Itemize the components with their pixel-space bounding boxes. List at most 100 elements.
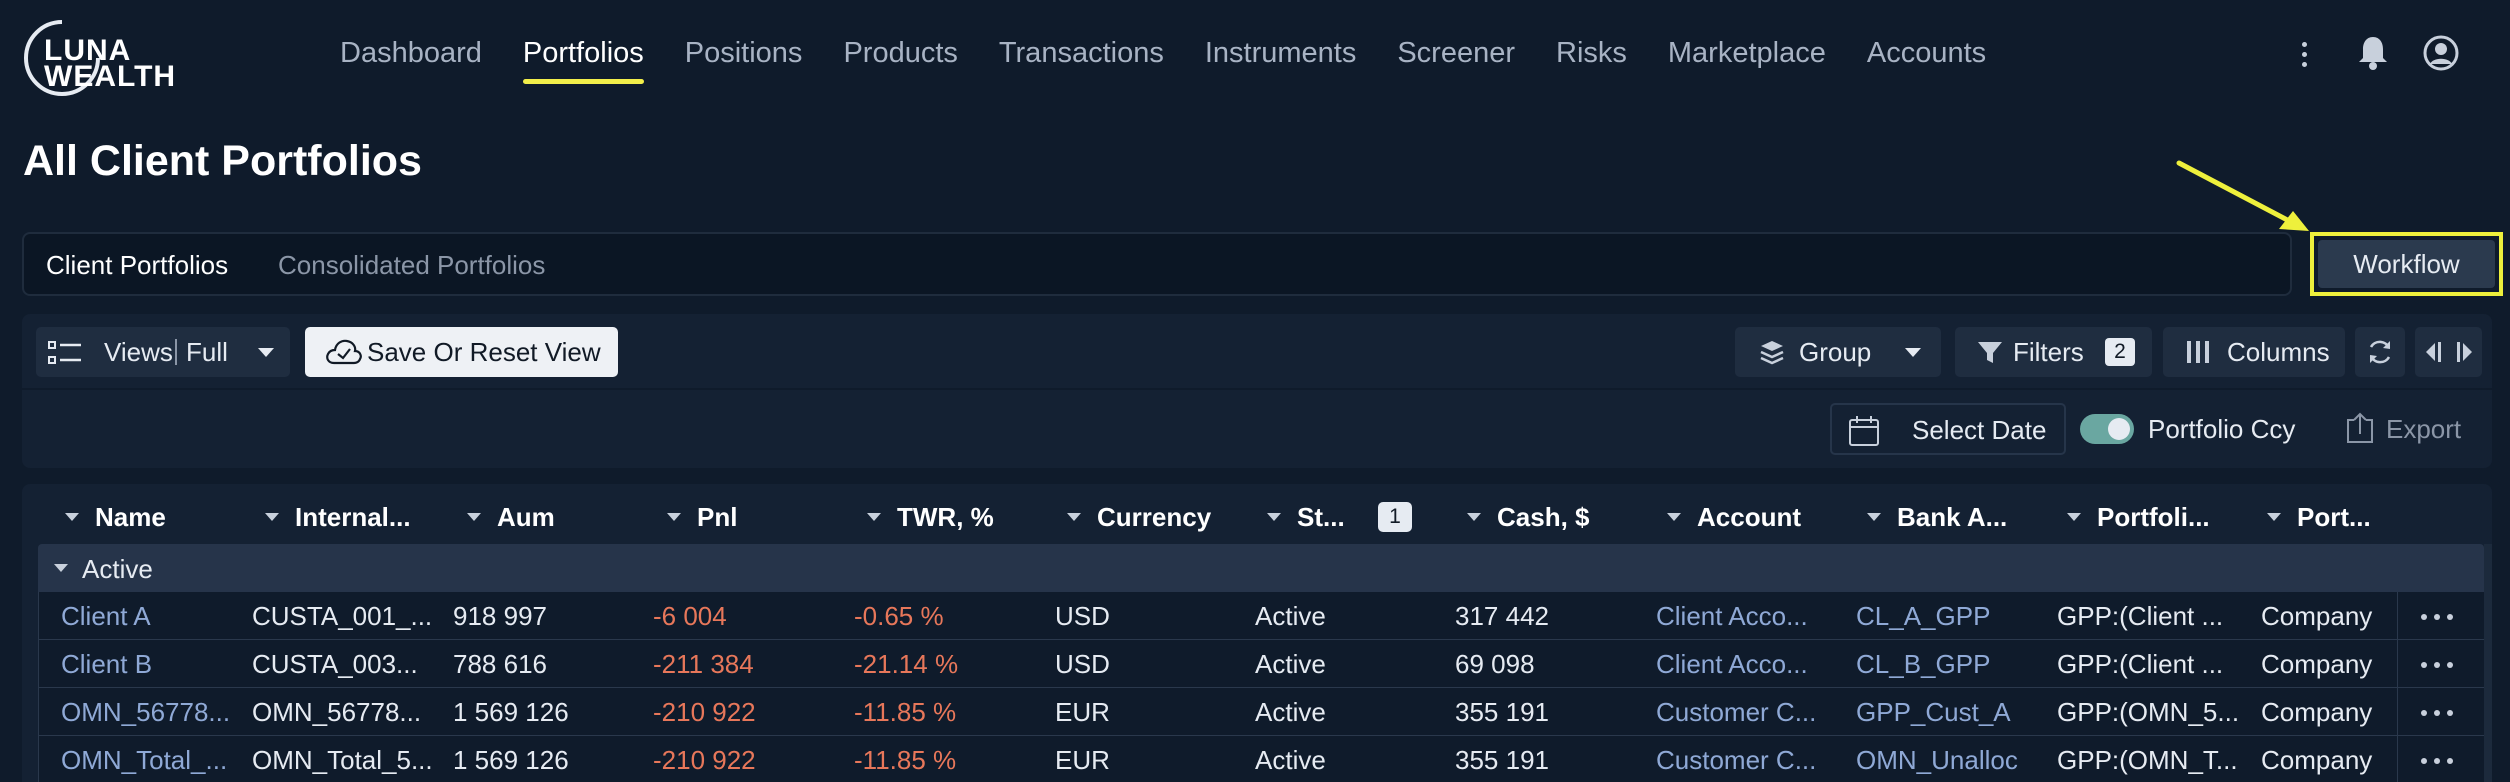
col-header-portfolio[interactable]: Portfoli... — [2067, 502, 2210, 532]
sort-icon — [2267, 513, 2281, 522]
col-header-currency[interactable]: Currency — [1067, 502, 1211, 532]
luna-wealth-logo[interactable]: LUNA WEALTH — [22, 16, 175, 96]
sort-icon — [1667, 513, 1681, 522]
nav-dashboard[interactable]: Dashboard — [340, 32, 482, 74]
tab-consolidated-portfolios[interactable]: Consolidated Portfolios — [278, 250, 545, 280]
export-button[interactable]: Export — [2386, 414, 2461, 445]
portfolio-ccy-toggle[interactable] — [2080, 414, 2134, 444]
col-header-cash[interactable]: Cash, $ — [1467, 502, 1590, 532]
chevron-down-icon — [54, 564, 68, 572]
more-horizontal-icon[interactable] — [2421, 614, 2457, 620]
user-circle-icon[interactable] — [2421, 33, 2461, 73]
tab-client-portfolios[interactable]: Client Portfolios — [46, 250, 228, 280]
more-vertical-icon[interactable] — [2290, 36, 2318, 72]
cell-aum: 1 569 126 — [453, 697, 569, 727]
save-or-reset-view-label: Save Or Reset View — [367, 337, 601, 367]
cell-bank-account[interactable]: CL_B_GPP — [1856, 649, 2036, 679]
views-label: Views — [104, 337, 173, 367]
nav-accounts[interactable]: Accounts — [1867, 32, 1986, 74]
nav-transactions[interactable]: Transactions — [999, 32, 1164, 74]
cell-portfolio: GPP:(OMN_5... — [2057, 697, 2237, 727]
cell-name[interactable]: Client A — [61, 601, 241, 631]
grid-toolbar: Views Full Save Or Reset View Group Filt… — [22, 314, 2492, 468]
views-value: Full — [186, 337, 228, 367]
cell-portfolio: GPP:(OMN_T... — [2057, 745, 2237, 775]
group-row-active[interactable]: Active — [38, 544, 2484, 592]
filters-button[interactable]: Filters 2 — [1955, 327, 2152, 377]
table-row[interactable]: OMN_56778... OMN_56778... 1 569 126 -210 92… — [39, 688, 2485, 736]
views-dropdown[interactable]: Views Full — [36, 327, 290, 377]
more-horizontal-icon[interactable] — [2421, 662, 2457, 668]
toolbar-divider — [22, 388, 2492, 390]
panel-resize-button[interactable] — [2415, 327, 2482, 377]
sort-icon — [265, 513, 279, 522]
cell-twr: -21.14 % — [854, 649, 959, 679]
cell-account[interactable]: Customer C... — [1656, 697, 1836, 727]
vertical-scrollbar[interactable] — [2484, 544, 2492, 782]
col-header-account[interactable]: Account — [1667, 502, 1801, 532]
filters-label: Filters — [2013, 337, 2084, 367]
cell-internal: CUSTA_001_... — [252, 601, 432, 631]
nav-positions[interactable]: Positions — [685, 32, 803, 74]
grid-body: Client A CUSTA_001_... 918 997 -6 004 -0.65 … — [38, 592, 2485, 782]
table-row[interactable]: Client A CUSTA_001_... 918 997 -6 004 -0.65 … — [39, 592, 2485, 640]
cell-cash: 355 191 — [1455, 697, 1549, 727]
cell-aum: 918 997 — [453, 601, 547, 631]
nav-portfolios[interactable]: Portfolios — [522, 32, 644, 84]
col-header-port[interactable]: Port... — [2267, 502, 2371, 532]
cell-account[interactable]: Client Acco... — [1656, 601, 1836, 631]
nav-marketplace[interactable]: Marketplace — [1668, 32, 1826, 74]
col-header-aum[interactable]: Aum — [467, 502, 555, 532]
col-header-pnl[interactable]: Pnl — [667, 502, 737, 532]
cell-name[interactable]: Client B — [61, 649, 241, 679]
refresh-button[interactable] — [2355, 327, 2405, 377]
calendar-icon — [1849, 416, 1879, 446]
cloud-icon — [326, 339, 362, 365]
col-header-status[interactable]: St... — [1267, 502, 1345, 532]
portfolio-grid: Name Internal... Aum Pnl TWR, % Currency… — [22, 484, 2492, 782]
cell-bank-account[interactable]: OMN_Unalloc — [1856, 745, 2036, 775]
cell-bank-account[interactable]: GPP_Cust_A — [1856, 697, 2036, 727]
cell-twr: -11.85 % — [854, 697, 957, 727]
bell-icon[interactable] — [2353, 32, 2393, 72]
table-row[interactable]: OMN_Total_... OMN_Total_5... 1 569 126 -210… — [39, 736, 2485, 782]
layers-icon — [1760, 341, 1784, 365]
cell-cash: 317 442 — [1455, 601, 1549, 631]
cell-name[interactable]: OMN_Total_... — [61, 745, 241, 775]
cell-bank-account[interactable]: CL_A_GPP — [1856, 601, 2036, 631]
group-dropdown[interactable]: Group — [1735, 327, 1941, 377]
columns-button[interactable]: Columns — [2163, 327, 2345, 377]
nav-products[interactable]: Products — [843, 32, 957, 74]
col-header-name[interactable]: Name — [65, 502, 166, 532]
cell-portfolio: GPP:(Client ... — [2057, 649, 2224, 679]
page-title: All Client Portfolios — [23, 137, 422, 185]
cell-account[interactable]: Customer C... — [1656, 745, 1836, 775]
more-horizontal-icon[interactable] — [2421, 710, 2457, 716]
nav-risks[interactable]: Risks — [1556, 32, 1627, 74]
select-date-picker[interactable]: Select Date — [1830, 403, 2066, 455]
cell-account[interactable]: Client Acco... — [1656, 649, 1836, 679]
more-horizontal-icon[interactable] — [2421, 758, 2457, 764]
status-filter-badge: 1 — [1378, 502, 1412, 532]
export-icon[interactable] — [2344, 412, 2376, 446]
views-separator — [175, 339, 177, 365]
col-header-internal[interactable]: Internal... — [265, 502, 411, 532]
save-or-reset-view-button[interactable]: Save Or Reset View — [305, 327, 618, 377]
cell-pnl: -211 384 — [653, 649, 754, 679]
cell-cash: 69 098 — [1455, 649, 1535, 679]
workflow-button[interactable]: Workflow — [2318, 240, 2495, 288]
filters-count-badge: 2 — [2105, 338, 2135, 366]
col-header-bank-account[interactable]: Bank A... — [1867, 502, 2007, 532]
cell-port: Company — [2261, 745, 2373, 775]
cell-cash: 355 191 — [1455, 745, 1549, 775]
nav-instruments[interactable]: Instruments — [1205, 32, 1357, 74]
cell-name[interactable]: OMN_56778... — [61, 697, 241, 727]
table-row[interactable]: Client B CUSTA_003... 788 616 -211 384 -21.1… — [39, 640, 2485, 688]
chevron-down-icon — [258, 348, 274, 357]
col-header-twr[interactable]: TWR, % — [867, 502, 994, 532]
main-nav: Dashboard Portfolios Positions Products … — [340, 32, 2027, 84]
cell-currency: USD — [1055, 601, 1110, 631]
sort-icon — [467, 513, 481, 522]
nav-screener[interactable]: Screener — [1397, 32, 1515, 74]
cell-status: Active — [1255, 697, 1326, 727]
